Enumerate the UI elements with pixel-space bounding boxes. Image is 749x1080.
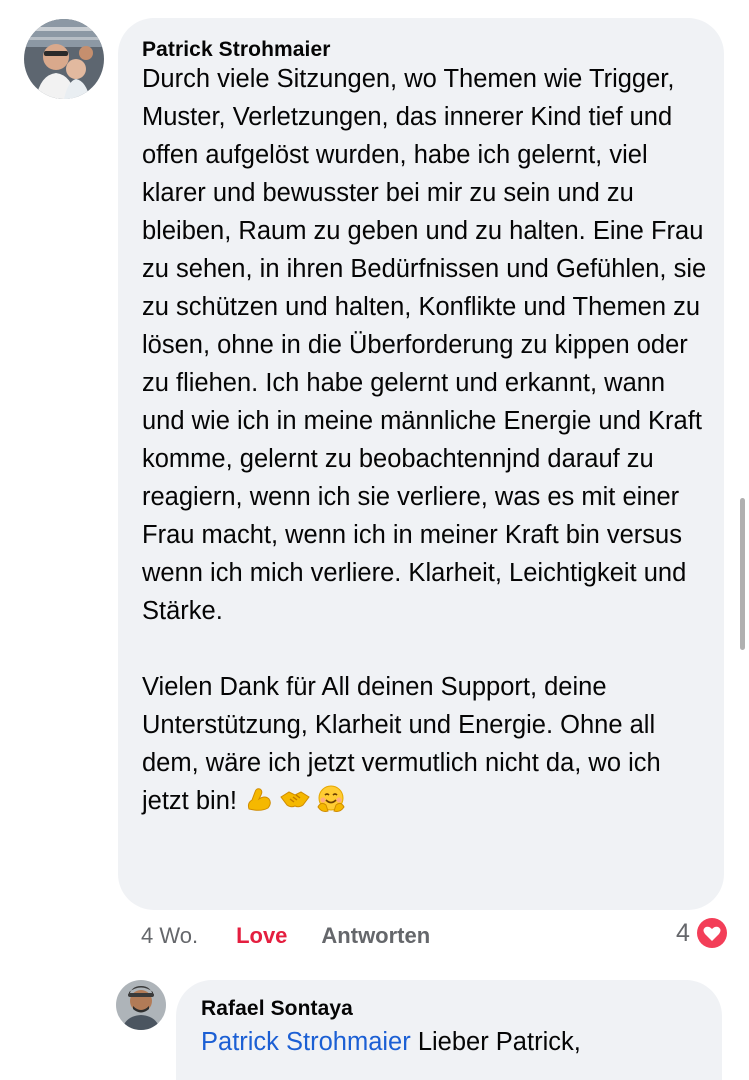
reaction-summary[interactable]: 4 bbox=[676, 916, 728, 950]
love-button[interactable]: Love bbox=[236, 923, 287, 949]
avatar-patrick[interactable] bbox=[24, 19, 104, 99]
reaction-count: 4 bbox=[676, 918, 690, 947]
reply-button[interactable]: Antworten bbox=[321, 923, 430, 949]
comment-actions: 4 Wo. Love Antworten bbox=[141, 922, 430, 950]
heart-icon bbox=[696, 918, 727, 948]
hugging-face-icon bbox=[317, 785, 345, 812]
comment-body: Durch viele Sitzungen, wo Themen wie Tri… bbox=[142, 60, 712, 820]
avatar-photo-icon bbox=[116, 980, 166, 1030]
mention-link[interactable]: Patrick Strohmaier bbox=[201, 1028, 411, 1056]
avatar-rafael[interactable] bbox=[116, 980, 166, 1030]
comment-paragraph-2: Vielen Dank für All deinen Support, dein… bbox=[142, 668, 712, 820]
comment-paragraph-2-text: Vielen Dank für All deinen Support, dein… bbox=[142, 673, 661, 815]
reply-bubble: Rafael Sontaya Patrick Strohmaier Lieber… bbox=[176, 980, 722, 1080]
reply-body: Patrick Strohmaier Lieber Patrick, bbox=[201, 1023, 711, 1061]
comments-page: Patrick Strohmaier Durch viele Sitzungen… bbox=[0, 0, 749, 1080]
comment-paragraph-1: Durch viele Sitzungen, wo Themen wie Tri… bbox=[142, 65, 707, 625]
comment-bubble: Patrick Strohmaier Durch viele Sitzungen… bbox=[118, 18, 724, 910]
emoji-row bbox=[243, 783, 347, 815]
scrollbar[interactable] bbox=[740, 498, 745, 650]
comment-timestamp[interactable]: 4 Wo. bbox=[141, 923, 198, 949]
handshake-icon bbox=[280, 791, 310, 808]
reply-author[interactable]: Rafael Sontaya bbox=[201, 997, 353, 1021]
avatar-photo-icon bbox=[24, 19, 104, 99]
reply-text: Lieber Patrick, bbox=[417, 1028, 581, 1056]
heart-reaction-badge bbox=[695, 917, 728, 949]
flexed-biceps-icon bbox=[247, 788, 271, 811]
comment-author[interactable]: Patrick Strohmaier bbox=[142, 38, 331, 62]
